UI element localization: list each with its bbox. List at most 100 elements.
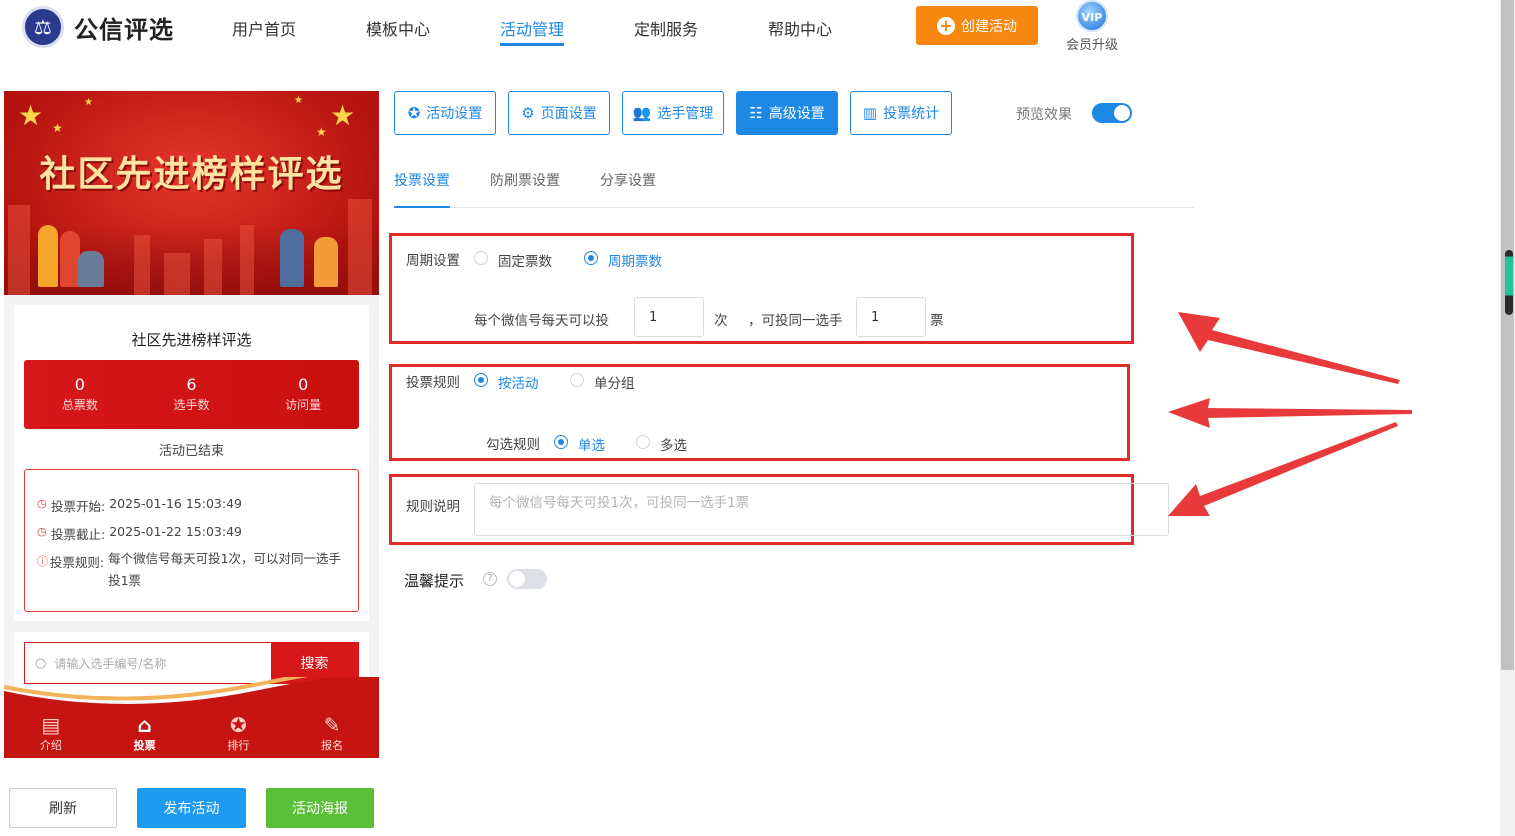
help-icon[interactable]: ? — [483, 572, 497, 586]
resident-figure — [280, 229, 304, 287]
activity-info-card: 社区先进榜样评选 0 总票数 6 选手数 0 访问量 活动已结束 ◷ 投票开始:… — [14, 305, 369, 621]
mobile-preview: ★ ★ ★ ★ ★ ★ 社区先进榜样评选 社区先进榜样评选 0 总票数 6 选手… — [4, 91, 379, 758]
tab-label: 介绍 — [39, 739, 62, 752]
logo-text: 公信评选 — [74, 15, 174, 44]
per-day-votes-input[interactable]: 1 — [634, 297, 704, 337]
top-navbar: ⚖ 公信评选 用户首页 模板中心 活动管理 定制服务 帮助中心 + 创建活动 V… — [0, 0, 1500, 62]
vote-rule-label: 投票规则 — [406, 375, 460, 391]
tab-intro[interactable]: ▤ 介绍 — [4, 711, 98, 758]
stat-players: 6 选手数 — [136, 360, 248, 429]
vote-start-key: 投票开始: — [51, 499, 106, 514]
vip-upgrade-label: 会员升级 — [1065, 38, 1118, 53]
preview-effect-toggle[interactable] — [1092, 103, 1132, 123]
stat-total-votes: 0 总票数 — [24, 360, 136, 429]
settings-subtabs: 投票设置 防刷票设置 分享设置 — [394, 168, 1194, 208]
per-day-label: 每个微信号每天可以投 — [474, 313, 609, 329]
stat-label: 访问量 — [285, 398, 322, 412]
player-management-button[interactable]: 👥 选手管理 — [622, 91, 724, 135]
tab-vote-settings[interactable]: 投票设置 — [394, 170, 450, 208]
publish-activity-button[interactable]: 发布活动 — [137, 788, 246, 828]
rule-desc-textarea[interactable]: 每个微信号每天可投1次，可投同一选手1票 — [474, 483, 1169, 536]
star-icon: ★ — [18, 99, 44, 132]
arrow-icon — [1168, 398, 1412, 428]
star-icon: ★ — [294, 95, 303, 106]
warm-tip-toggle[interactable] — [507, 569, 547, 589]
rule-desc-label: 规则说明 — [406, 499, 460, 515]
activity-settings-button[interactable]: ✪ 活动设置 — [394, 91, 496, 135]
toggle-knob — [1114, 105, 1130, 121]
info-icon: ⓘ — [37, 555, 48, 568]
multi-select-label[interactable]: 多选 — [660, 434, 687, 454]
radio-single-group[interactable] — [570, 373, 584, 387]
search-placeholder: 请输入选手编号/名称 — [54, 656, 167, 671]
clock-icon: ◷ — [37, 525, 47, 538]
nav-item-home[interactable]: 用户首页 — [232, 16, 296, 46]
vip-badge-icon: VIP — [1076, 0, 1108, 32]
preview-tabbar: ▤ 介绍 ⌂ 投票 ✪ 排行 ✎ 报名 — [4, 711, 379, 758]
bar-chart-icon: ▥ — [862, 104, 878, 122]
scales-logo-icon: ⚖ — [22, 6, 64, 48]
building — [8, 205, 30, 295]
radio-multi-select[interactable] — [636, 435, 650, 449]
stat-label: 选手数 — [173, 398, 210, 412]
vote-rule-key: 投票规则: — [49, 555, 105, 570]
radio-single-select[interactable] — [554, 435, 568, 449]
page-settings-button[interactable]: ⚙ 页面设置 — [508, 91, 610, 135]
single-select-label[interactable]: 单选 — [578, 434, 605, 454]
vote-rule-value: 每个微信号每天可投1次，可以对同一选手投1票 — [108, 551, 342, 588]
toggle-knob — [509, 571, 525, 587]
tab-label: 投票 — [133, 739, 156, 752]
advanced-settings-icon: ☷ — [749, 104, 763, 122]
stat-visits: 0 访问量 — [247, 360, 359, 429]
stats-panel: 0 总票数 6 选手数 0 访问量 — [24, 360, 359, 429]
building — [134, 235, 150, 295]
logo[interactable]: ⚖ 公信评选 — [22, 6, 174, 48]
button-label: 选手管理 — [657, 106, 714, 122]
radio-fixed-votes[interactable] — [474, 251, 488, 265]
star-icon: ★ — [330, 99, 356, 132]
nav-item-custom-service[interactable]: 定制服务 — [634, 16, 698, 46]
same-player-label: ，可投同一选手 — [748, 313, 843, 329]
nav-item-templates[interactable]: 模板中心 — [366, 16, 430, 46]
vote-end-key: 投票截止: — [51, 527, 106, 542]
stat-value: 0 — [74, 375, 85, 394]
radio-cycle-votes[interactable] — [584, 251, 598, 265]
same-player-votes-input[interactable]: 1 — [856, 297, 926, 337]
per-day-unit: 次 — [714, 313, 728, 329]
volunteer-figure — [38, 225, 58, 287]
stat-value: 6 — [186, 375, 197, 394]
radio-by-activity[interactable] — [474, 373, 488, 387]
star-icon: ★ — [84, 97, 93, 108]
preview-effect-label: 预览效果 — [1016, 107, 1072, 123]
same-player-unit: 票 — [930, 313, 944, 329]
nav-item-activity-management[interactable]: 活动管理 — [500, 16, 565, 46]
signup-edit-icon: ✎ — [323, 713, 341, 737]
advanced-settings-button[interactable]: ☷ 高级设置 — [736, 91, 838, 135]
nav-item-help[interactable]: 帮助中心 — [768, 16, 832, 46]
building — [164, 253, 190, 295]
tab-anti-fraud-settings[interactable]: 防刷票设置 — [490, 170, 560, 208]
by-activity-label[interactable]: 按活动 — [498, 372, 539, 392]
volunteer-figure — [60, 231, 80, 287]
tab-signup[interactable]: ✎ 报名 — [285, 711, 379, 758]
tab-vote[interactable]: ⌂ 投票 — [98, 711, 192, 758]
fixed-votes-label[interactable]: 固定票数 — [498, 250, 552, 270]
tab-share-settings[interactable]: 分享设置 — [600, 170, 656, 208]
button-label: 高级设置 — [768, 106, 825, 122]
vote-end-row: ◷ 投票截止: 2025-01-22 15:03:49 — [37, 524, 242, 543]
create-activity-button[interactable]: + 创建活动 — [916, 6, 1038, 45]
vip-upgrade[interactable]: VIP 会员升级 — [1062, 0, 1122, 53]
plus-circle-icon: + — [937, 16, 955, 35]
page-scrollbar[interactable] — [1500, 0, 1515, 836]
cycle-votes-label[interactable]: 周期票数 — [608, 250, 662, 270]
scrollbar-thumb[interactable] — [1501, 0, 1514, 670]
activity-poster-button[interactable]: 活动海报 — [266, 788, 374, 828]
create-activity-label: 创建活动 — [961, 18, 1017, 35]
check-rule-label: 勾选规则 — [486, 437, 540, 453]
annotation-arrows — [1168, 312, 1412, 516]
vote-statistics-button[interactable]: ▥ 投票统计 — [850, 91, 952, 135]
single-group-label[interactable]: 单分组 — [594, 372, 635, 392]
vote-start-value: 2025-01-16 15:03:49 — [109, 496, 242, 511]
tab-ranking[interactable]: ✪ 排行 — [192, 711, 286, 758]
refresh-button[interactable]: 刷新 — [9, 788, 117, 828]
